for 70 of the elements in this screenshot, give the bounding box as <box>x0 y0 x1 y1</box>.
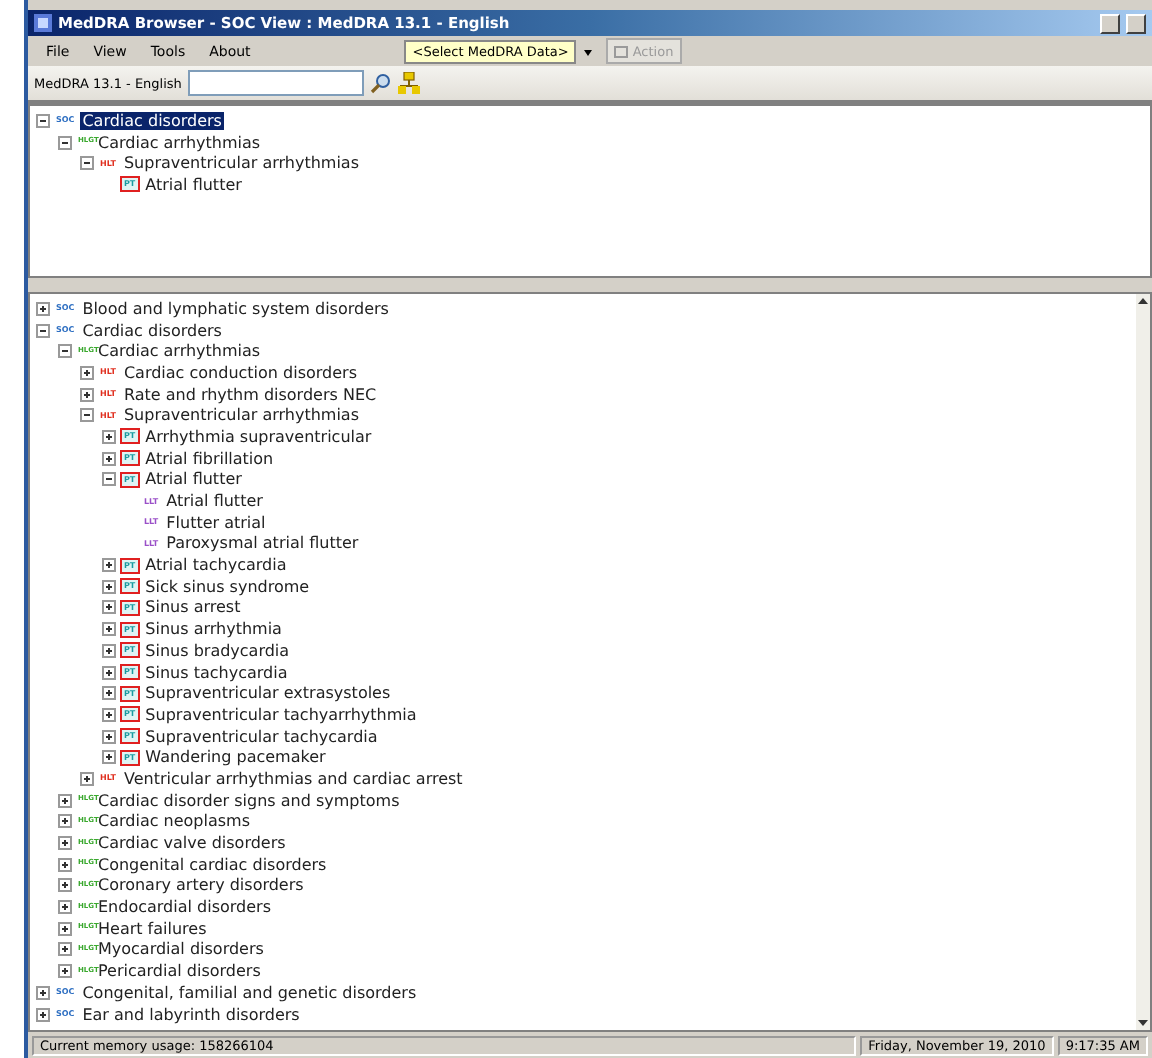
expand-toggle-icon[interactable] <box>58 964 72 979</box>
expand-toggle-icon[interactable] <box>102 750 116 765</box>
tree-item[interactable]: Atrial flutter <box>143 175 244 194</box>
collapse-toggle-icon[interactable] <box>36 323 50 338</box>
expand-toggle-icon[interactable] <box>102 686 116 701</box>
scroll-up-icon[interactable] <box>1136 294 1150 308</box>
tree-item[interactable]: Sinus bradycardia <box>143 641 292 660</box>
expand-toggle-icon[interactable] <box>58 921 72 936</box>
expand-toggle-icon[interactable] <box>102 729 116 744</box>
maximize-button[interactable] <box>1126 13 1146 33</box>
tree-item[interactable]: Arrhythmia supraventricular <box>143 427 374 446</box>
expand-toggle-icon[interactable] <box>102 622 116 637</box>
expand-toggle-icon[interactable] <box>58 878 72 893</box>
scroll-down-icon[interactable] <box>1136 1016 1150 1030</box>
tree-item[interactable]: Sinus arrhythmia <box>143 620 284 639</box>
expand-toggle-icon[interactable] <box>58 793 72 808</box>
collapse-toggle-icon[interactable] <box>102 472 116 487</box>
hierarchy-icon[interactable] <box>397 72 420 94</box>
tree-item[interactable]: Ventricular arrhythmias and cardiac arrest <box>121 769 465 788</box>
search-field[interactable] <box>187 70 364 96</box>
tree-item[interactable]: Atrial flutter <box>143 470 244 489</box>
tree-item[interactable]: Atrial fibrillation <box>143 449 276 468</box>
expand-toggle-icon[interactable] <box>102 600 116 615</box>
app-icon <box>34 14 52 32</box>
collapse-toggle-icon[interactable] <box>80 156 94 171</box>
expand-toggle-icon[interactable] <box>102 429 116 444</box>
tree-item[interactable]: Congenital, familial and genetic disorders <box>80 983 419 1002</box>
expand-toggle-icon[interactable] <box>80 771 94 786</box>
tree-item[interactable]: Sinus tachycardia <box>143 663 290 682</box>
tree-item[interactable]: Supraventricular arrhythmias <box>121 406 361 425</box>
tree-item[interactable]: Sick sinus syndrome <box>143 577 312 596</box>
expand-toggle-icon[interactable] <box>58 814 72 829</box>
expand-toggle-icon[interactable] <box>58 942 72 957</box>
tree-item[interactable]: Supraventricular extrasystoles <box>143 684 393 703</box>
expand-toggle-icon[interactable] <box>58 900 72 915</box>
expand-toggle-icon[interactable] <box>80 387 94 402</box>
tree-item[interactable]: Atrial flutter <box>164 492 265 511</box>
expand-toggle-icon[interactable] <box>102 579 116 594</box>
expand-toggle-icon[interactable] <box>102 451 116 466</box>
tree-item[interactable]: Supraventricular tachycardia <box>143 727 380 746</box>
tree-item[interactable]: Cardiac disorders <box>80 321 224 340</box>
tree-item[interactable]: Rate and rhythm disorders NEC <box>121 385 379 404</box>
collapse-toggle-icon[interactable] <box>36 113 50 128</box>
minimize-button[interactable] <box>1100 13 1120 33</box>
collapse-toggle-icon[interactable] <box>58 344 72 359</box>
expand-toggle-icon[interactable] <box>102 665 116 680</box>
expand-toggle-icon[interactable] <box>102 643 116 658</box>
tree-item[interactable]: Wandering pacemaker <box>143 748 328 767</box>
tree-item[interactable]: Cardiac conduction disorders <box>121 363 359 382</box>
search-icon[interactable] <box>369 72 392 94</box>
expand-toggle-icon[interactable] <box>58 857 72 872</box>
tree-item[interactable]: Blood and lymphatic system disorders <box>80 299 391 318</box>
collapse-toggle-icon[interactable] <box>80 408 94 423</box>
expand-toggle-icon[interactable] <box>80 365 94 380</box>
tree-item[interactable]: Supraventricular tachyarrhythmia <box>143 705 419 724</box>
tree-item[interactable]: Sinus arrest <box>143 598 243 617</box>
tree-item[interactable]: Paroxysmal atrial flutter <box>164 534 361 553</box>
tree-item[interactable]: Flutter atrial <box>164 513 268 532</box>
collapse-toggle-icon[interactable] <box>58 135 72 150</box>
expand-toggle-icon[interactable] <box>102 707 116 722</box>
tree-item[interactable]: Ear and labyrinth disorders <box>80 1005 302 1024</box>
tree-item[interactable]: Supraventricular arrhythmias <box>121 154 361 173</box>
expand-toggle-icon[interactable] <box>36 1007 50 1022</box>
tree-item[interactable]: Cardiac disorders <box>80 111 224 130</box>
expand-toggle-icon[interactable] <box>102 558 116 573</box>
action-icon <box>614 45 629 57</box>
tree-item[interactable]: Atrial tachycardia <box>143 556 289 575</box>
expand-toggle-icon[interactable] <box>36 301 50 316</box>
expand-toggle-icon[interactable] <box>58 836 72 851</box>
expand-toggle-icon[interactable] <box>36 985 50 1000</box>
